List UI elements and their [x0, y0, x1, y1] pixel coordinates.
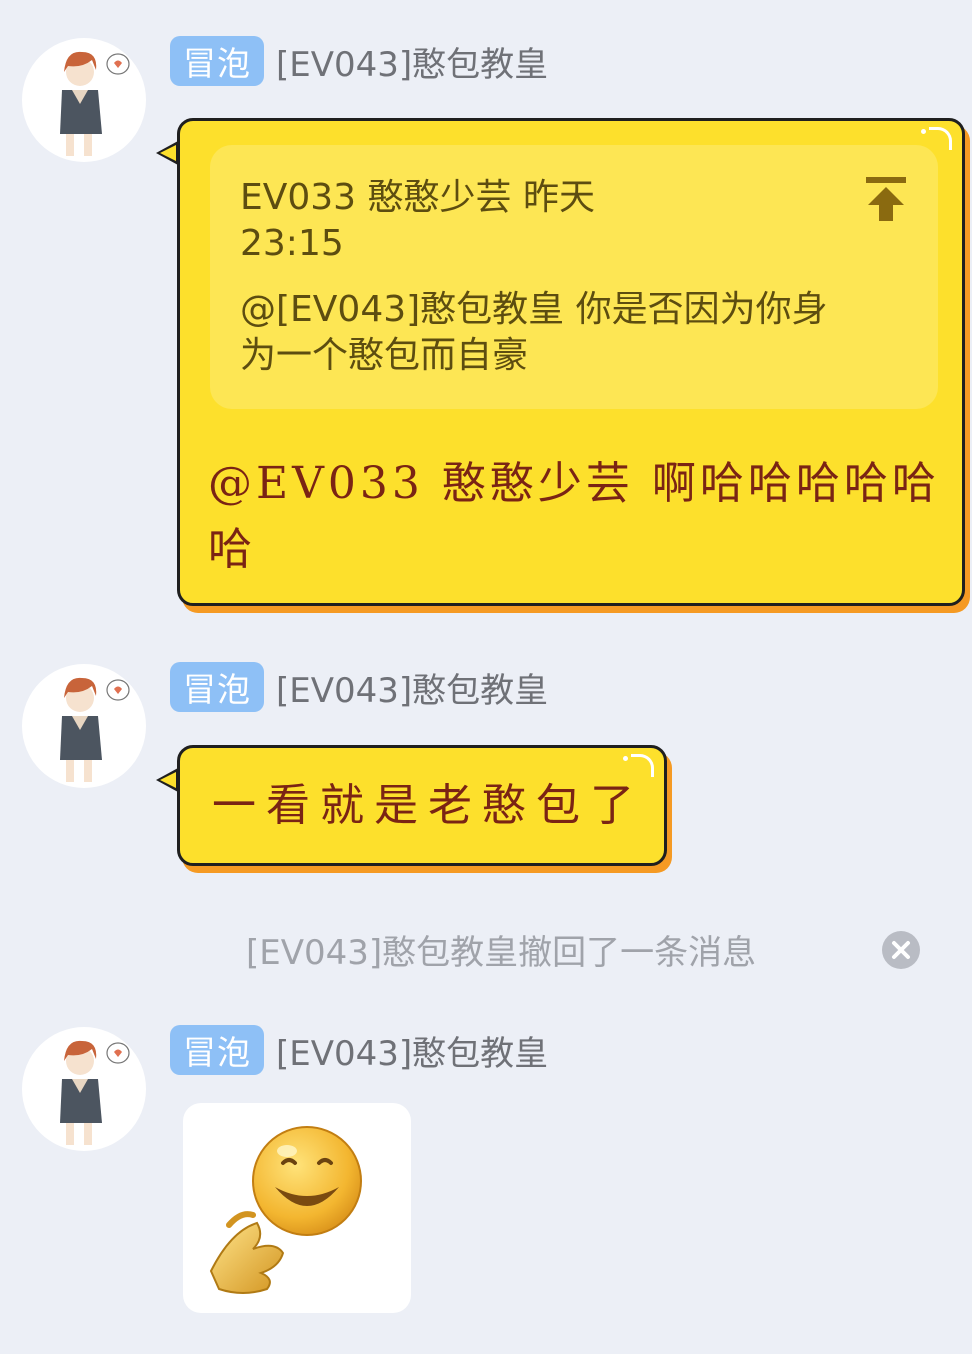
- bubble-tail: [156, 141, 178, 165]
- sender-name[interactable]: [EV043]憨包教皇: [276, 663, 548, 712]
- avatar-icon: [60, 1040, 130, 1145]
- title-badge[interactable]: 冒泡: [170, 662, 264, 712]
- message-text: @EV033 憨憨少芸 啊哈哈哈哈哈哈: [208, 458, 940, 575]
- title-badge[interactable]: 冒泡: [170, 1025, 264, 1075]
- jump-to-quote-icon[interactable]: [864, 175, 908, 223]
- avatar-icon: [60, 677, 130, 782]
- close-icon[interactable]: [882, 931, 920, 969]
- bubble-decoration: [929, 127, 952, 150]
- quote-text: @[EV043]憨包教皇 你是否因为你身为一个憨包而自豪: [240, 289, 828, 376]
- message-bubble[interactable]: EV033 憨憨少芸 昨天 23:15 @[EV043]憨包教皇 你是否因为你身…: [156, 118, 965, 606]
- sender-name[interactable]: [EV043]憨包教皇: [276, 37, 548, 86]
- quoted-message[interactable]: EV033 憨憨少芸 昨天 23:15 @[EV043]憨包教皇 你是否因为你身…: [210, 145, 938, 409]
- bubble-tail: [156, 768, 178, 792]
- sender-avatar[interactable]: [22, 664, 146, 788]
- chat-window: 冒泡 [EV043]憨包教皇 EV033 憨憨少芸 昨天 23:15 @[EV0…: [0, 0, 972, 1354]
- message-text: 一看就是老憨包了: [212, 780, 644, 831]
- avatar-icon: [60, 51, 130, 156]
- sender-avatar[interactable]: [22, 1027, 146, 1151]
- recall-notice: [EV043]憨包教皇撤回了一条消息: [246, 933, 757, 973]
- smiley-sticker: [209, 1126, 362, 1294]
- sender-avatar[interactable]: [22, 38, 146, 162]
- bubble-decoration: [631, 754, 654, 777]
- sender-name[interactable]: [EV043]憨包教皇: [276, 1026, 548, 1075]
- message-header: 冒泡 [EV043]憨包教皇: [170, 34, 548, 88]
- message-header: 冒泡 [EV043]憨包教皇: [170, 1023, 548, 1077]
- message-bubble[interactable]: 一看就是老憨包了: [156, 745, 667, 866]
- bubble-decoration: [623, 756, 628, 761]
- quote-header: EV033 憨憨少芸 昨天 23:15: [240, 177, 595, 264]
- title-badge[interactable]: 冒泡: [170, 36, 264, 86]
- bubble-decoration: [921, 129, 926, 134]
- sticker-image[interactable]: [183, 1103, 411, 1313]
- message-header: 冒泡 [EV043]憨包教皇: [170, 660, 548, 714]
